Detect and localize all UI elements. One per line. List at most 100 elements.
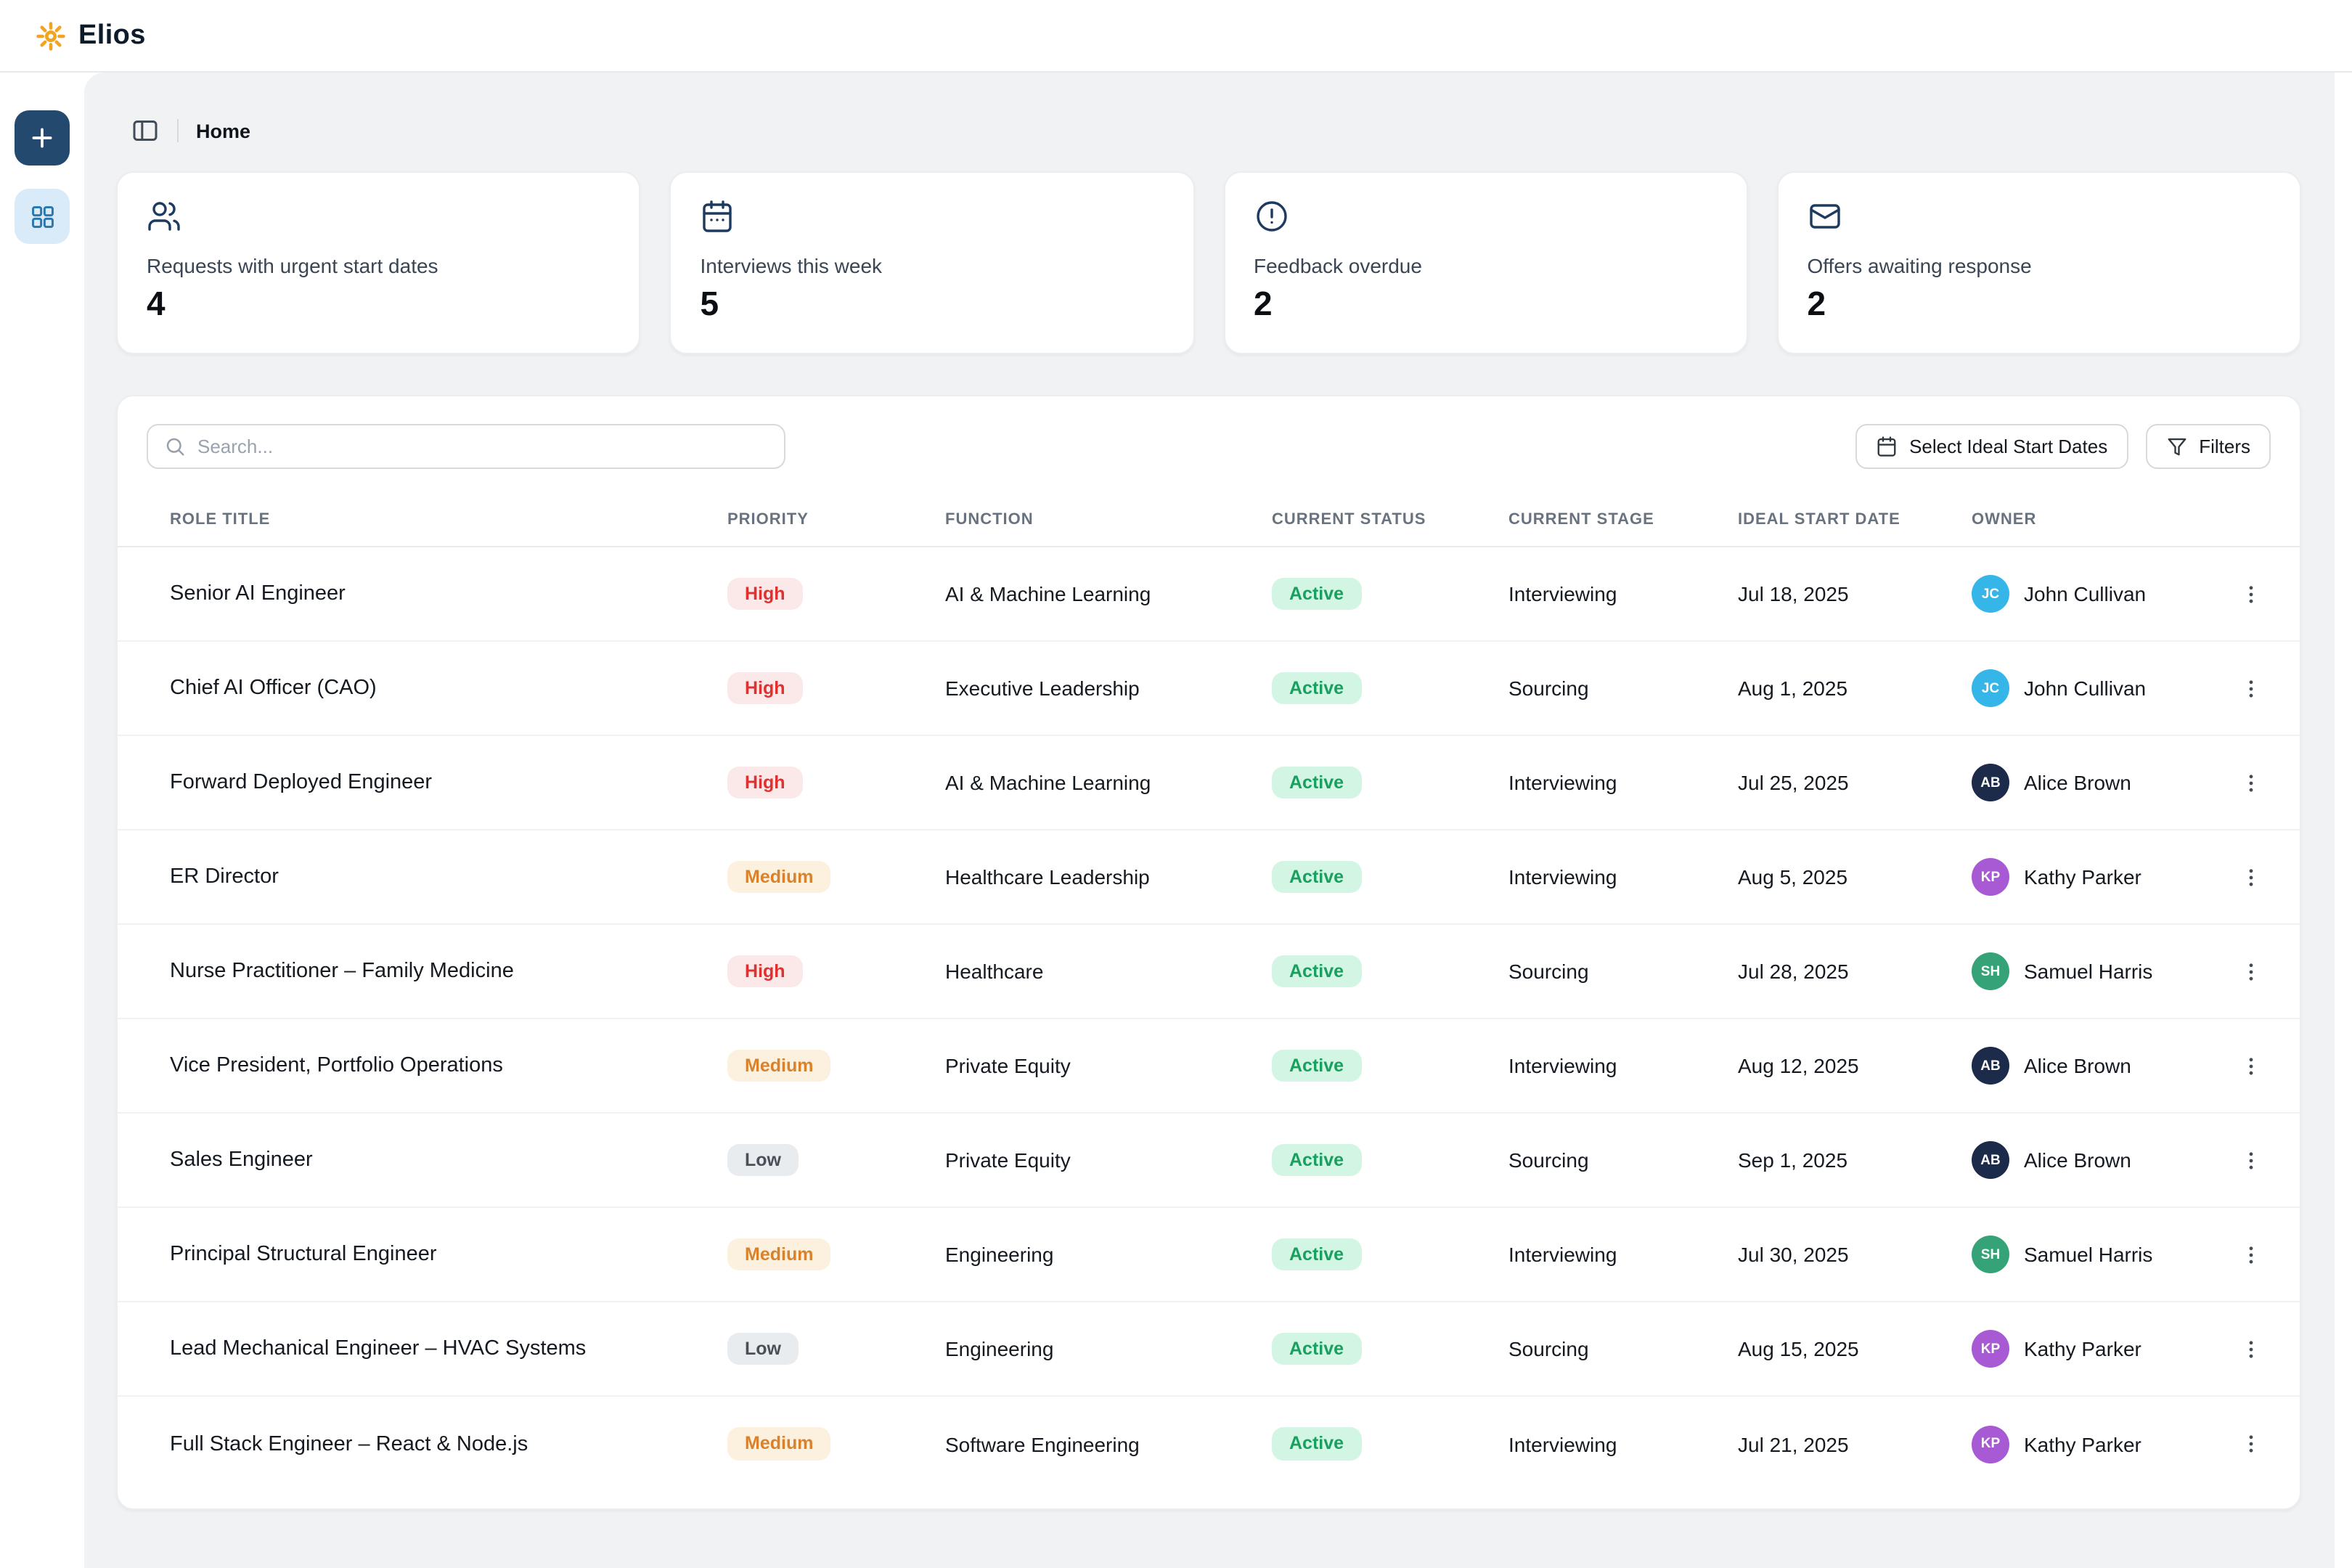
stat-value: 4 bbox=[147, 285, 611, 324]
column-header-current-status: CURRENT STATUS bbox=[1272, 510, 1508, 528]
ideal-start-date-cell: Jul 30, 2025 bbox=[1738, 1243, 1972, 1266]
stat-card-offers-awaiting: Offers awaiting response 2 bbox=[1777, 171, 2302, 354]
function-cell: Engineering bbox=[945, 1243, 1272, 1266]
owner-cell: KP Kathy Parker bbox=[1972, 858, 2224, 896]
function-cell: Healthcare bbox=[945, 960, 1272, 983]
status-badge: Active bbox=[1272, 578, 1361, 611]
function-cell: Engineering bbox=[945, 1337, 1272, 1360]
calendar-icon bbox=[701, 199, 735, 234]
elios-sunburst-icon bbox=[35, 20, 67, 52]
breadcrumb: Home bbox=[116, 116, 2301, 145]
table-row[interactable]: Vice President, Portfolio Operations Med… bbox=[118, 1019, 2300, 1114]
stat-label: Interviews this week bbox=[701, 254, 1164, 277]
table-row[interactable]: Nurse Practitioner – Family Medicine Hig… bbox=[118, 925, 2300, 1019]
ideal-start-date-cell: Aug 1, 2025 bbox=[1738, 677, 1972, 700]
sidebar-toggle-button[interactable] bbox=[131, 116, 160, 145]
current-stage-cell: Sourcing bbox=[1508, 677, 1738, 700]
app-body: Home Requests with urgent start dates 4 bbox=[0, 73, 2352, 1568]
row-menu-button[interactable] bbox=[2230, 857, 2271, 897]
function-cell: Private Equity bbox=[945, 1148, 1272, 1172]
requests-table-card: Select Ideal Start Dates Filters bbox=[116, 395, 2301, 1510]
stats-row: Requests with urgent start dates 4 Inter… bbox=[116, 171, 2301, 354]
ideal-start-date-cell: Jul 25, 2025 bbox=[1738, 771, 1972, 794]
brand-name: Elios bbox=[78, 20, 146, 52]
row-menu-button[interactable] bbox=[2230, 1328, 2271, 1369]
owner-avatar: KP bbox=[1972, 1330, 2009, 1368]
stat-card-feedback-overdue: Feedback overdue 2 bbox=[1223, 171, 1748, 354]
table-row[interactable]: Principal Structural Engineer Medium Eng… bbox=[118, 1208, 2300, 1302]
filters-button[interactable]: Filters bbox=[2145, 424, 2271, 469]
priority-badge: High bbox=[727, 767, 803, 799]
owner-avatar: AB bbox=[1972, 1141, 2009, 1179]
role-title-cell: Principal Structural Engineer bbox=[147, 1243, 727, 1266]
owner-cell: KP Kathy Parker bbox=[1972, 1425, 2224, 1463]
row-menu-button[interactable] bbox=[2230, 1045, 2271, 1086]
table-row[interactable]: Forward Deployed Engineer High AI & Mach… bbox=[118, 736, 2300, 830]
owner-name: Kathy Parker bbox=[2024, 1337, 2141, 1360]
owner-name: Kathy Parker bbox=[2024, 865, 2141, 889]
kebab-icon bbox=[2238, 1148, 2263, 1172]
current-stage-cell: Sourcing bbox=[1508, 1148, 1738, 1172]
owner-cell: AB Alice Brown bbox=[1972, 1047, 2224, 1085]
current-stage-cell: Sourcing bbox=[1508, 960, 1738, 983]
current-stage-cell: Interviewing bbox=[1508, 1054, 1738, 1077]
role-title-cell: Forward Deployed Engineer bbox=[147, 771, 727, 794]
column-header-priority: PRIORITY bbox=[727, 510, 945, 528]
requests-table-body: Senior AI Engineer High AI & Machine Lea… bbox=[118, 547, 2300, 1491]
owner-cell: JC John Cullivan bbox=[1972, 575, 2224, 613]
table-row[interactable]: ER Director Medium Healthcare Leadership… bbox=[118, 830, 2300, 925]
users-icon bbox=[147, 199, 181, 234]
alert-circle-icon bbox=[1254, 199, 1289, 234]
table-row[interactable]: Senior AI Engineer High AI & Machine Lea… bbox=[118, 547, 2300, 642]
owner-name: Alice Brown bbox=[2024, 1054, 2131, 1077]
table-header-row: ROLE TITLE PRIORITY FUNCTION CURRENT STA… bbox=[118, 492, 2300, 547]
role-title-cell: Nurse Practitioner – Family Medicine bbox=[147, 960, 727, 983]
scrollbar-gutter[interactable] bbox=[2335, 73, 2352, 1568]
brand-logo: Elios bbox=[35, 20, 146, 52]
priority-badge: High bbox=[727, 578, 803, 611]
table-row[interactable]: Chief AI Officer (CAO) High Executive Le… bbox=[118, 642, 2300, 736]
stat-value: 5 bbox=[701, 285, 1164, 324]
row-menu-button[interactable] bbox=[2230, 762, 2271, 803]
owner-avatar: SH bbox=[1972, 1236, 2009, 1273]
owner-avatar: AB bbox=[1972, 1047, 2009, 1085]
owner-cell: AB Alice Brown bbox=[1972, 1141, 2224, 1179]
row-menu-button[interactable] bbox=[2230, 1234, 2271, 1275]
table-row[interactable]: Lead Mechanical Engineer – HVAC Systems … bbox=[118, 1302, 2300, 1397]
current-stage-cell: Interviewing bbox=[1508, 865, 1738, 889]
role-title-cell: Full Stack Engineer – React & Node.js bbox=[147, 1432, 727, 1455]
function-cell: AI & Machine Learning bbox=[945, 582, 1272, 605]
priority-badge: Medium bbox=[727, 1428, 830, 1461]
ideal-start-date-cell: Jul 21, 2025 bbox=[1738, 1432, 1972, 1455]
search-input[interactable] bbox=[197, 436, 768, 457]
owner-avatar: KP bbox=[1972, 1425, 2009, 1463]
status-badge: Active bbox=[1272, 1428, 1361, 1461]
filters-label: Filters bbox=[2199, 436, 2250, 457]
new-request-button[interactable] bbox=[15, 110, 70, 166]
kebab-icon bbox=[2238, 865, 2263, 889]
breadcrumb-home[interactable]: Home bbox=[196, 120, 250, 142]
row-menu-button[interactable] bbox=[2230, 1424, 2271, 1464]
select-ideal-start-dates-button[interactable]: Select Ideal Start Dates bbox=[1855, 424, 2128, 469]
row-menu-button[interactable] bbox=[2230, 1140, 2271, 1180]
ideal-start-date-cell: Jul 18, 2025 bbox=[1738, 582, 1972, 605]
table-row[interactable]: Full Stack Engineer – React & Node.js Me… bbox=[118, 1397, 2300, 1491]
dashboard-grid-button[interactable] bbox=[15, 189, 70, 244]
stat-label: Feedback overdue bbox=[1254, 254, 1718, 277]
breadcrumb-divider bbox=[177, 119, 179, 142]
status-badge: Active bbox=[1272, 1238, 1361, 1271]
app: Elios bbox=[0, 0, 2352, 1568]
row-menu-button[interactable] bbox=[2230, 573, 2271, 614]
row-menu-button[interactable] bbox=[2230, 668, 2271, 709]
stat-value: 2 bbox=[1254, 285, 1718, 324]
panel-layout-icon bbox=[131, 116, 160, 145]
status-badge: Active bbox=[1272, 861, 1361, 894]
role-title-cell: Senior AI Engineer bbox=[147, 582, 727, 605]
column-header-role-title: ROLE TITLE bbox=[147, 510, 727, 528]
row-menu-button[interactable] bbox=[2230, 951, 2271, 992]
kebab-icon bbox=[2238, 1432, 2263, 1456]
function-cell: Healthcare Leadership bbox=[945, 865, 1272, 889]
owner-name: Samuel Harris bbox=[2024, 960, 2152, 983]
table-row[interactable]: Sales Engineer Low Private Equity Active… bbox=[118, 1114, 2300, 1208]
current-stage-cell: Sourcing bbox=[1508, 1337, 1738, 1360]
